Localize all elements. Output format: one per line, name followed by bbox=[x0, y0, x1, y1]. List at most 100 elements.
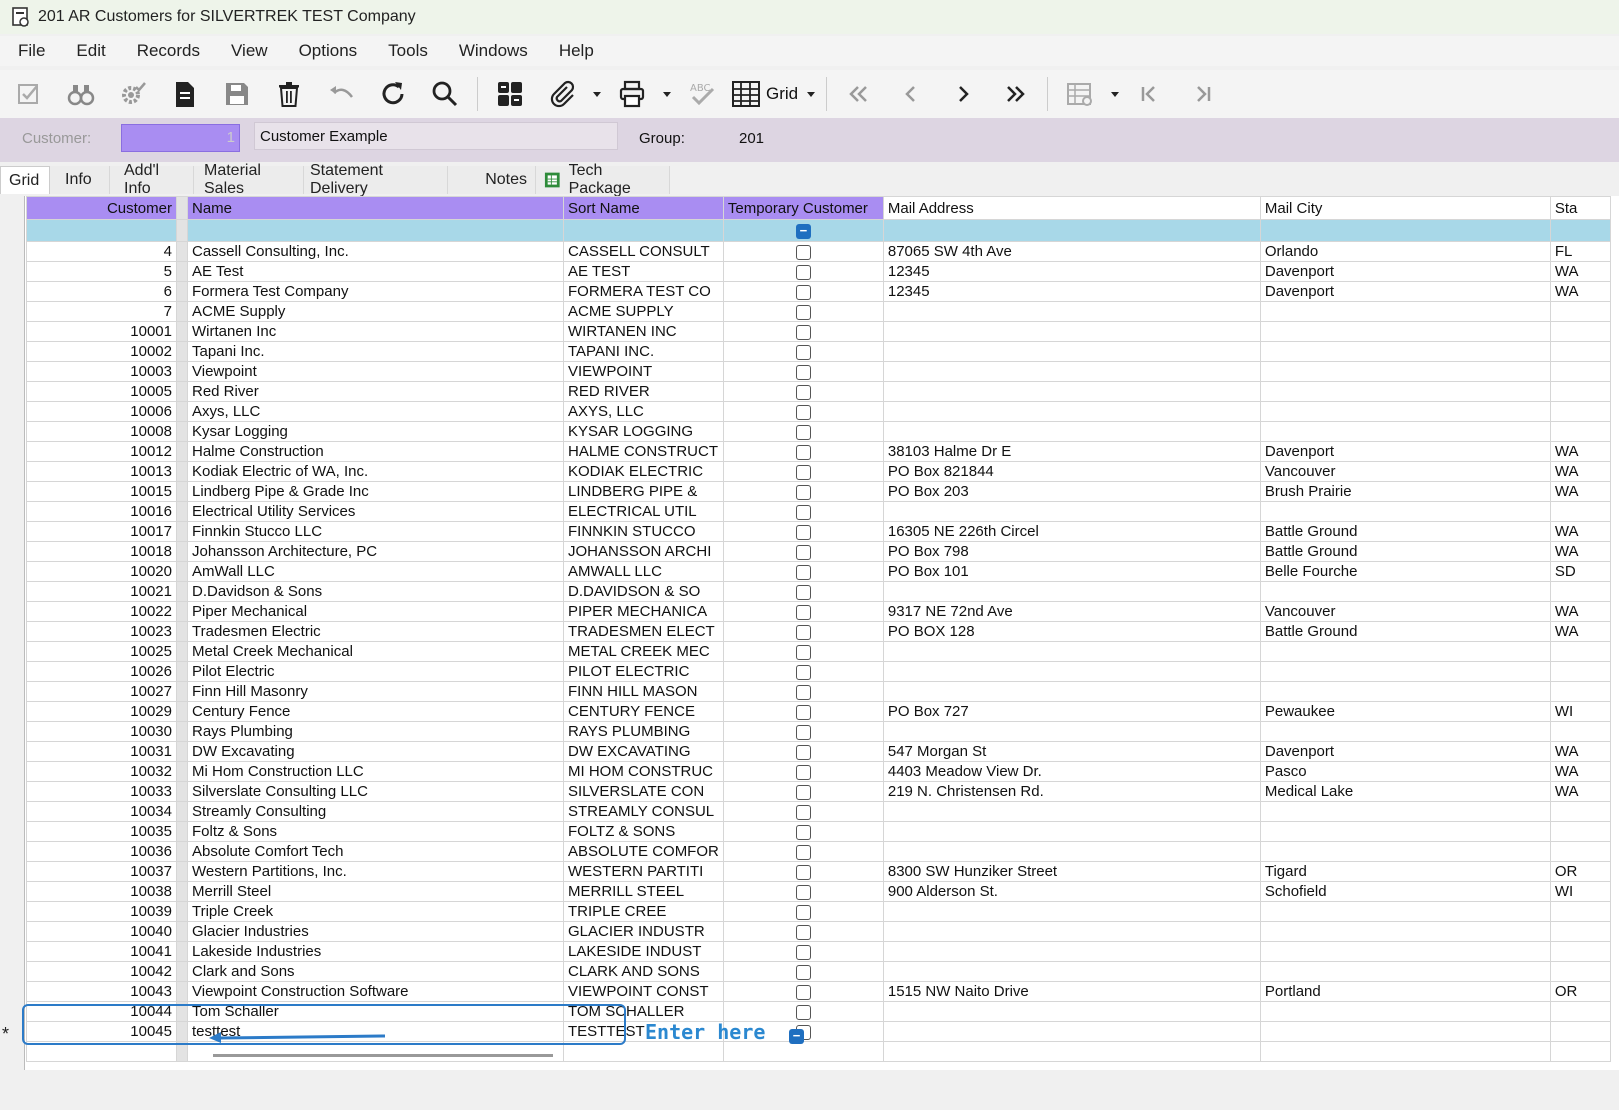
table-row[interactable]: 10003 Viewpoint VIEWPOINT bbox=[26, 361, 1611, 382]
column-header-sort-name[interactable]: Sort Name bbox=[563, 196, 724, 220]
cell-mail-address[interactable] bbox=[882, 341, 1261, 362]
checkbox[interactable] bbox=[795, 524, 811, 540]
cell-mail-address[interactable]: PO Box 101 bbox=[882, 561, 1261, 582]
checkbox[interactable] bbox=[795, 704, 811, 720]
cell-customer[interactable]: 10030 bbox=[26, 721, 177, 742]
table-row[interactable]: 10013 Kodiak Electric of WA, Inc. KODIAK E… bbox=[26, 461, 1611, 482]
cell-mail-address[interactable] bbox=[882, 301, 1261, 322]
cell-customer[interactable]: 10040 bbox=[26, 921, 177, 942]
cell-state[interactable] bbox=[1549, 901, 1611, 922]
filter-cell[interactable] bbox=[563, 219, 724, 242]
cell-temporary-customer[interactable] bbox=[722, 341, 884, 362]
cell-name[interactable]: Mi Hom Construction LLC bbox=[187, 761, 564, 782]
table-row[interactable]: 10025 Metal Creek Mechanical METAL CREEK M… bbox=[26, 641, 1611, 662]
cell-sort-name[interactable]: PILOT ELECTRIC bbox=[563, 661, 724, 682]
cell-state[interactable] bbox=[1549, 421, 1611, 442]
cell-name[interactable]: Cassell Consulting, Inc. bbox=[187, 241, 564, 262]
cell-sort-name[interactable]: AE TEST bbox=[563, 261, 724, 282]
cell-mail-city[interactable] bbox=[1259, 841, 1551, 862]
cell-mail-address[interactable]: 12345 bbox=[882, 281, 1261, 302]
tab-notes[interactable]: Notes bbox=[448, 166, 536, 194]
cell-customer[interactable]: 10032 bbox=[26, 761, 177, 782]
cell-customer[interactable]: 10029 bbox=[26, 701, 177, 722]
cell-sort-name[interactable]: LAKESIDE INDUST bbox=[563, 941, 724, 962]
new-row-temporary-checkbox[interactable]: − bbox=[789, 1027, 804, 1044]
new-record-cell[interactable] bbox=[882, 1041, 1261, 1062]
cell-customer[interactable]: 10003 bbox=[26, 361, 177, 382]
cell-mail-city[interactable]: Portland bbox=[1259, 981, 1551, 1002]
cell-mail-city[interactable] bbox=[1259, 1001, 1551, 1022]
cell-customer[interactable]: 10025 bbox=[26, 641, 177, 662]
cell-temporary-customer[interactable] bbox=[722, 361, 884, 382]
cell-name[interactable]: DW Excavating bbox=[187, 741, 564, 762]
table-row[interactable]: 10008 Kysar Logging KYSAR LOGGING bbox=[26, 421, 1611, 442]
table-row[interactable]: 10041 Lakeside Industries LAKESIDE INDUST bbox=[26, 941, 1611, 962]
cell-sort-name[interactable]: HALME CONSTRUCT bbox=[563, 441, 724, 462]
checkbox[interactable] bbox=[795, 304, 811, 320]
table-row[interactable]: 10022 Piper Mechanical PIPER MECHANICA 9317… bbox=[26, 601, 1611, 622]
cell-customer[interactable]: 10034 bbox=[26, 801, 177, 822]
table-row[interactable]: 10036 Absolute Comfort Tech ABSOLUTE COMFO… bbox=[26, 841, 1611, 862]
cell-name[interactable]: Formera Test Company bbox=[187, 281, 564, 302]
cell-customer[interactable]: 7 bbox=[26, 301, 177, 322]
first-record-button[interactable] bbox=[840, 75, 878, 113]
table-row[interactable]: 10026 Pilot Electric PILOT ELECTRIC bbox=[26, 661, 1611, 682]
cell-sort-name[interactable]: FINN HILL MASON bbox=[563, 681, 724, 702]
cell-mail-address[interactable]: 1515 NW Naito Drive bbox=[882, 981, 1261, 1002]
cell-customer[interactable]: 10043 bbox=[26, 981, 177, 1002]
cell-name[interactable]: AmWall LLC bbox=[187, 561, 564, 582]
cell-mail-city[interactable] bbox=[1259, 361, 1551, 382]
cell-mail-city[interactable] bbox=[1259, 901, 1551, 922]
cell-customer[interactable]: 10006 bbox=[26, 401, 177, 422]
cell-name[interactable]: Triple Creek bbox=[187, 901, 564, 922]
cell-sort-name[interactable]: WIRTANEN INC bbox=[563, 321, 724, 342]
table-row[interactable]: 10042 Clark and Sons CLARK AND SONS bbox=[26, 961, 1611, 982]
menu-windows[interactable]: Windows bbox=[441, 41, 541, 61]
cell-customer[interactable]: 10012 bbox=[26, 441, 177, 462]
table-row[interactable]: 10002 Tapani Inc. TAPANI INC. bbox=[26, 341, 1611, 362]
cell-temporary-customer[interactable] bbox=[722, 401, 884, 422]
cell-mail-address[interactable]: 547 Morgan St bbox=[882, 741, 1261, 762]
cell-sort-name[interactable]: KODIAK ELECTRIC bbox=[563, 461, 724, 482]
cell-mail-address[interactable] bbox=[882, 501, 1261, 522]
cell-customer[interactable]: 10039 bbox=[26, 901, 177, 922]
cell-sort-name[interactable]: FORMERA TEST CO bbox=[563, 281, 724, 302]
checkbox[interactable] bbox=[795, 504, 811, 520]
cell-state[interactable] bbox=[1549, 841, 1611, 862]
cell-mail-address[interactable] bbox=[882, 641, 1261, 662]
cell-customer[interactable]: 10002 bbox=[26, 341, 177, 362]
cell-temporary-customer[interactable] bbox=[722, 241, 884, 262]
settings-button[interactable] bbox=[114, 75, 152, 113]
cell-state[interactable]: WA bbox=[1549, 781, 1611, 802]
cell-sort-name[interactable]: ACME SUPPLY bbox=[563, 301, 724, 322]
cell-mail-city[interactable]: Orlando bbox=[1259, 241, 1551, 262]
cell-sort-name[interactable]: DW EXCAVATING bbox=[563, 741, 724, 762]
cell-mail-city[interactable] bbox=[1259, 421, 1551, 442]
cell-mail-address[interactable]: PO Box 727 bbox=[882, 701, 1261, 722]
checkbox[interactable] bbox=[795, 684, 811, 700]
cell-mail-city[interactable] bbox=[1259, 381, 1551, 402]
cell-temporary-customer[interactable] bbox=[722, 741, 884, 762]
cell-temporary-customer[interactable] bbox=[722, 461, 884, 482]
table-row[interactable]: 10023 Tradesmen Electric TRADESMEN ELECT PO… bbox=[26, 621, 1611, 642]
cell-mail-address[interactable] bbox=[882, 1021, 1261, 1042]
checkbox[interactable] bbox=[795, 984, 811, 1000]
table-row[interactable]: 10031 DW Excavating DW EXCAVATING 547 Morga… bbox=[26, 741, 1611, 762]
checkbox[interactable] bbox=[795, 624, 811, 640]
cell-temporary-customer[interactable] bbox=[722, 781, 884, 802]
checkbox[interactable] bbox=[795, 884, 811, 900]
cell-name[interactable]: Rays Plumbing bbox=[187, 721, 564, 742]
filter-cell[interactable] bbox=[1259, 219, 1551, 242]
checkbox[interactable] bbox=[795, 404, 811, 420]
checkbox[interactable] bbox=[795, 544, 811, 560]
cell-name[interactable]: Silverslate Consulting LLC bbox=[187, 781, 564, 802]
cell-name[interactable]: Piper Mechanical bbox=[187, 601, 564, 622]
checkbox[interactable] bbox=[795, 264, 811, 280]
cell-name[interactable]: Streamly Consulting bbox=[187, 801, 564, 822]
column-header-state[interactable]: Sta bbox=[1549, 196, 1611, 220]
cell-state[interactable] bbox=[1549, 1021, 1611, 1042]
cell-mail-address[interactable]: 12345 bbox=[882, 261, 1261, 282]
cell-mail-city[interactable] bbox=[1259, 301, 1551, 322]
tab-tech-package[interactable]: Tech Package bbox=[536, 162, 670, 197]
table-row[interactable]: 10020 AmWall LLC AMWALL LLC PO Box 101 Belle… bbox=[26, 561, 1611, 582]
